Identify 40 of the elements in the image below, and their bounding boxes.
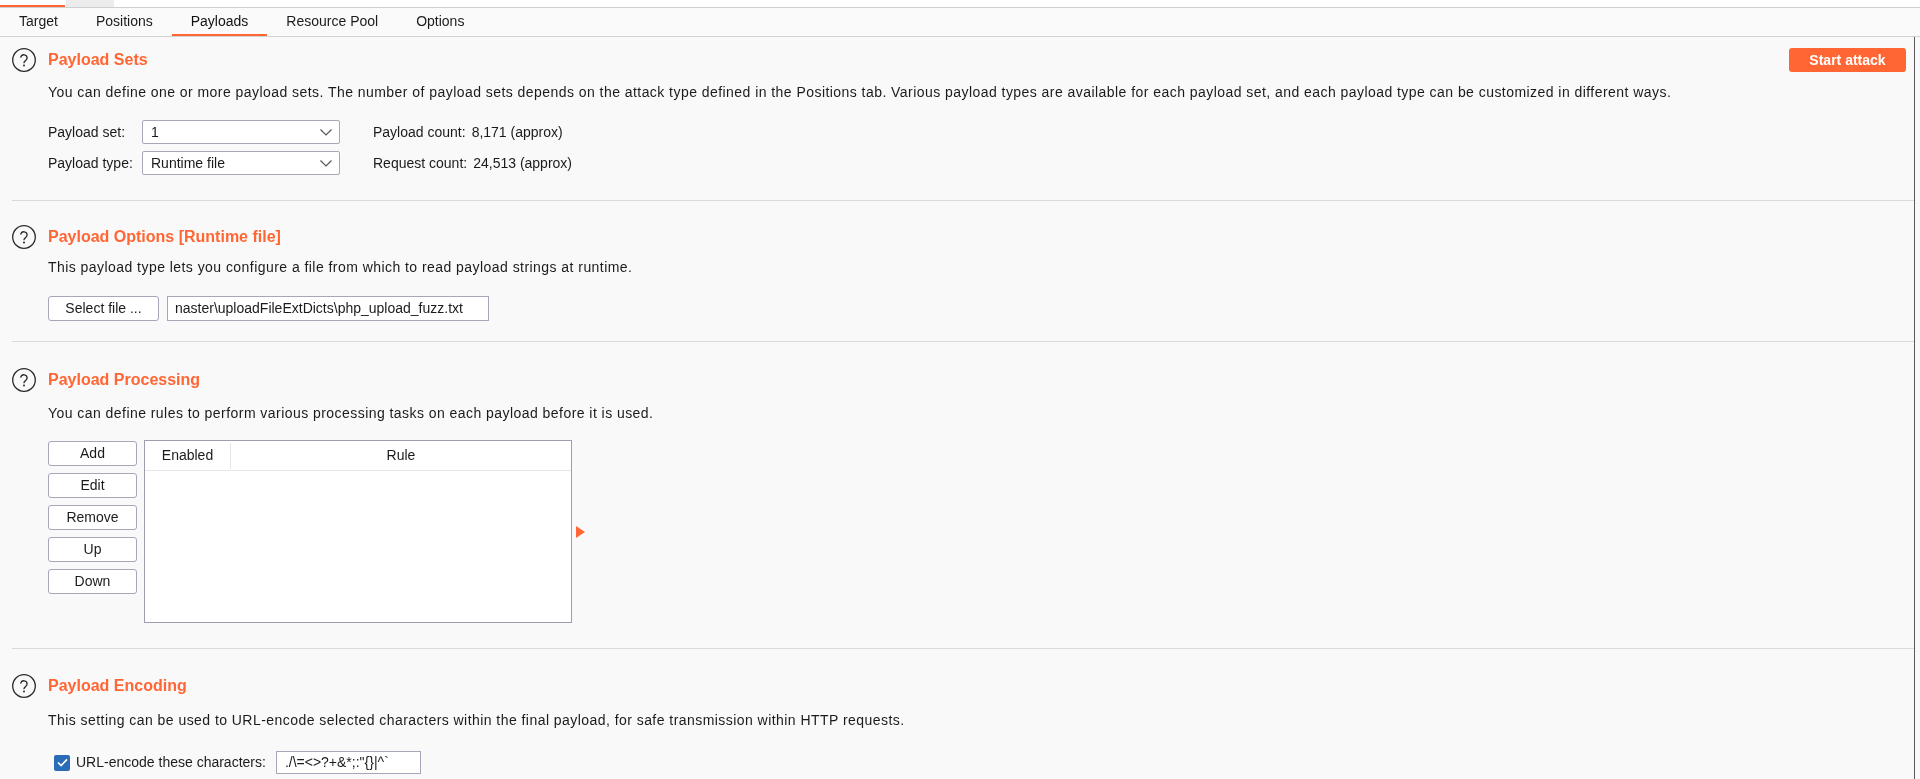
count-value: 8,171 (approx) [471,122,563,142]
dropdown[interactable]: 1 [142,120,340,144]
tab[interactable]: Payloads [171,8,268,36]
rule-button[interactable]: Up [48,537,137,562]
table-header-cell[interactable]: Rule [231,442,571,469]
checkbox[interactable] [54,754,70,771]
count-value: 24,513 (approx) [473,153,572,173]
section-title: Payload Encoding [48,676,187,696]
table-header-cell[interactable]: Enabled [145,442,231,469]
rule-button[interactable]: Edit [48,473,137,498]
select-file-button[interactable]: Select file ... [48,296,159,321]
triangle-icon[interactable] [576,525,585,538]
rule-button[interactable]: Down [48,569,137,594]
tab[interactable]: Resource Pool [267,8,398,36]
checkbox-label: URL-encode these characters: [76,753,266,772]
chevron-down-icon [320,128,332,136]
field-label: Payload type: [48,153,134,173]
count-label: Payload count: [373,122,466,142]
characters-field[interactable]: ./\=<>?+&*;:"{}|^` [275,751,421,774]
count-label: Request count: [373,153,468,173]
rule-button[interactable]: Remove [48,505,137,530]
section-title: Payload Sets [48,50,148,70]
tab[interactable]: Options [397,8,484,36]
help-icon[interactable] [12,368,36,392]
section-description: You can define one or more payload sets. The number of payload sets depends on the attack type defined in the Positions tab. Various payload types are available for each payload set, and each payload type can be customized in different ways. [48,83,1672,101]
help-icon[interactable] [12,225,36,249]
rule-button[interactable]: Add [48,441,137,466]
section-title: Payload Options [Runtime file] [48,227,281,247]
section-description: This payload type lets you configure a file from which to read payload strings at runtime. [48,258,633,276]
field-label: Payload set: [48,122,127,142]
tab[interactable]: Positions [76,8,172,36]
help-icon[interactable] [12,48,36,72]
section-title: Payload Processing [48,370,201,390]
section-description: You can define rules to perform various processing tasks on each payload before it is used. [48,404,654,422]
tab[interactable]: Target [0,8,77,36]
section-description: This setting can be used to URL-encode selected characters within the final payload, for safe transmission within HTTP requests. [48,711,905,729]
chevron-down-icon [320,159,332,167]
dropdown[interactable]: Runtime file [142,151,340,175]
help-icon[interactable] [12,674,36,698]
file-path-field[interactable]: naster\uploadFileExtDicts\php_upload_fuzz.txt [167,296,489,321]
